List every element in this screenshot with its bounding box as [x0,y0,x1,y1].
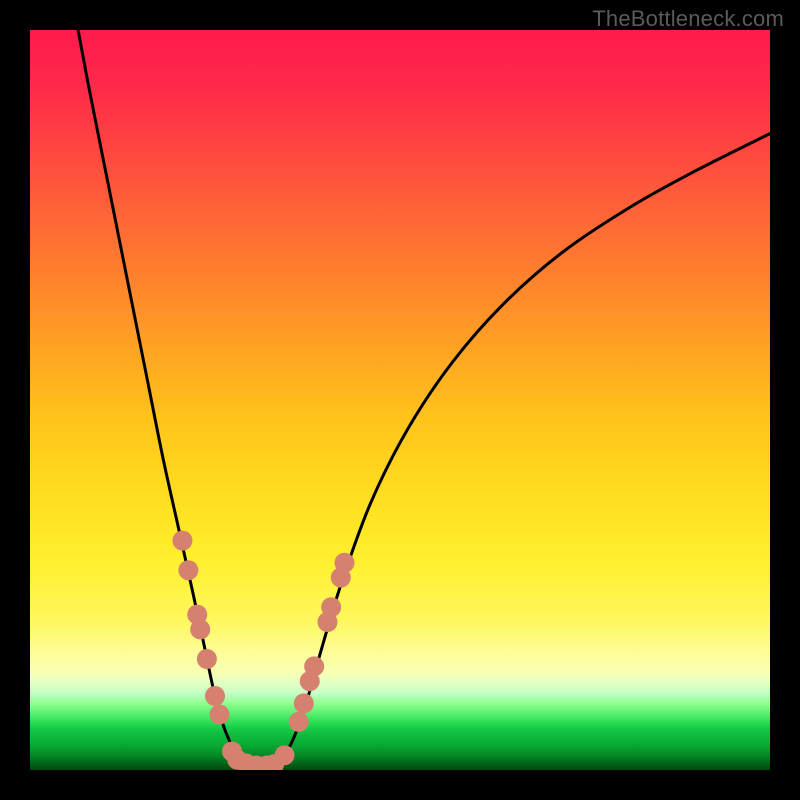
data-marker [172,531,192,551]
data-marker [209,705,229,725]
data-marker [275,745,295,765]
data-marker [190,619,210,639]
data-marker [304,656,324,676]
data-marker [321,597,341,617]
chart-frame: TheBottleneck.com [0,0,800,800]
data-marker [178,560,198,580]
curve-svg [30,30,770,770]
plot-area [30,30,770,770]
data-marker [335,553,355,573]
watermark-text: TheBottleneck.com [592,6,784,32]
data-markers [172,531,354,770]
data-marker [197,649,217,669]
data-marker [289,712,309,732]
data-marker [205,686,225,706]
data-marker [294,693,314,713]
v-curve [78,30,770,767]
